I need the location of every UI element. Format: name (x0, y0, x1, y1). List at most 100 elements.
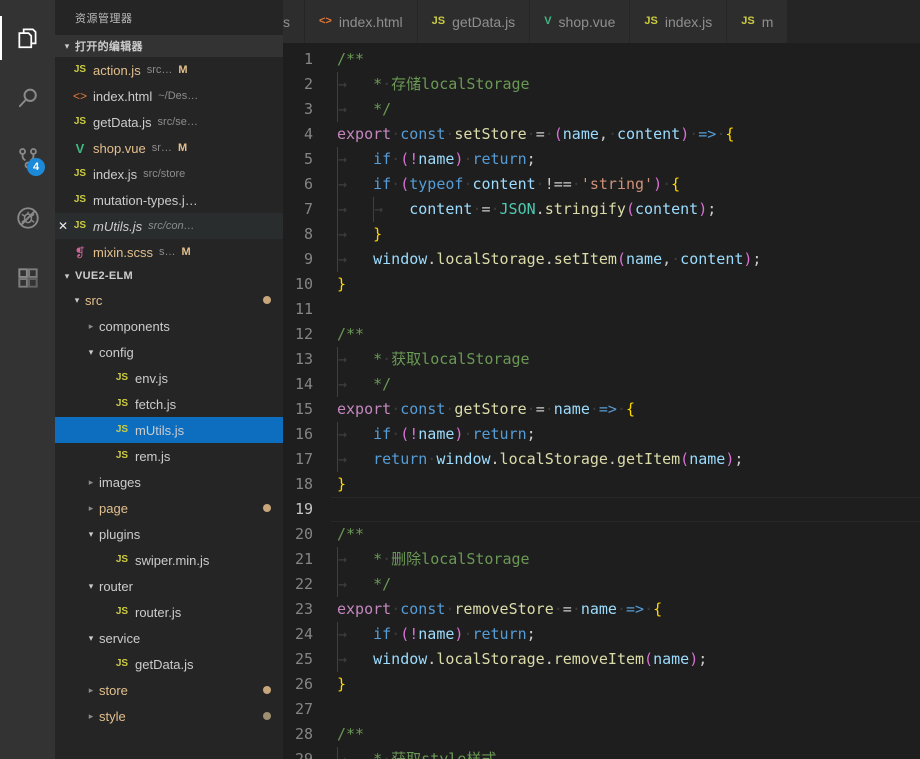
line-number: 28 (294, 725, 313, 743)
js-file-icon: JS (431, 15, 446, 27)
tree-file-row[interactable]: JS router.js (55, 599, 283, 625)
js-file-icon: JS (73, 220, 87, 231)
tree-item-label: images (99, 474, 141, 490)
chevron-down-icon: ▾ (88, 580, 94, 591)
tree-item-label: plugins (99, 526, 141, 542)
line-number-gutter: 1 2 3 4 5 6 7 8 9 10 11 12 13 14 15 16 17 18 19 20 21 22 23 24 2… (283, 43, 331, 759)
activity-item-source-control[interactable]: 4 (0, 128, 55, 188)
line-number: 11 (294, 300, 313, 318)
modified-flag: M (177, 142, 188, 154)
chevron-right-icon: ▸ (88, 476, 94, 487)
tree-folder-row[interactable]: ▾ service (55, 625, 283, 651)
code-content[interactable]: /** → *·存储localStorage → */export·const·setS… (331, 43, 920, 759)
line-number: 13 (294, 350, 313, 368)
code-line: → if·(typeof·content·!==·'string')·{ (331, 172, 920, 197)
close-icon[interactable]: ✕ (55, 220, 71, 232)
source-control-badge: 4 (27, 158, 45, 176)
file-tree: ▾ src ▸ components ▾ config JS env.js JS fetch.js… (55, 287, 283, 729)
line-number: 23 (294, 600, 313, 618)
open-editor-name: shop.vue (93, 140, 146, 156)
tree-folder-row[interactable]: ▾ src (55, 287, 283, 313)
open-editor-name: mutation-types.j… (93, 192, 198, 208)
tab-label: index.js (664, 13, 713, 30)
open-editor-item[interactable]: ✕ JS mUtils.js src/con… (55, 213, 283, 239)
open-editor-path: s… (158, 246, 176, 258)
tree-item-label: fetch.js (135, 396, 177, 412)
open-editor-name: action.js (93, 62, 141, 78)
line-number: 6 (303, 175, 313, 193)
editor-tab[interactable]: JS index.js (630, 0, 728, 43)
activity-item-extensions[interactable] (0, 248, 55, 308)
activity-item-run-and-debug[interactable] (0, 188, 55, 248)
section-workspace[interactable]: ▾ VUE2-ELM (55, 265, 283, 287)
chevron-right-icon: ▸ (88, 320, 94, 331)
tree-file-row[interactable]: JS getData.js (55, 651, 283, 677)
tree-folder-row[interactable]: ▸ store (55, 677, 283, 703)
modified-dot-indicator (263, 296, 271, 304)
line-number: 29 (294, 750, 313, 759)
editor-tab[interactable]: <> index.html (305, 0, 418, 43)
tree-folder-row[interactable]: ▾ plugins (55, 521, 283, 547)
code-line: → *·获取style样式 (331, 747, 920, 759)
open-editor-item[interactable]: JS index.js src/store (55, 161, 283, 187)
tree-item-label: rem.js (135, 448, 171, 464)
tab-label: s (283, 13, 290, 30)
line-number: 26 (294, 675, 313, 693)
line-number: 1 (303, 50, 313, 68)
editor-tab[interactable]: s (283, 0, 305, 43)
line-number: 21 (294, 550, 313, 568)
editor-body: 1 2 3 4 5 6 7 8 9 10 11 12 13 14 15 16 17 18 19 20 21 22 23 24 2… (283, 43, 920, 759)
line-number: 12 (294, 325, 313, 343)
editor-tab[interactable]: JS getData.js (417, 0, 531, 43)
open-editor-path: src/store (143, 168, 186, 180)
tree-file-row[interactable]: JS swiper.min.js (55, 547, 283, 573)
tree-folder-row[interactable]: ▸ page (55, 495, 283, 521)
chevron-down-icon: ▾ (74, 294, 80, 305)
tree-file-row[interactable]: JS env.js (55, 365, 283, 391)
tree-item-label: router.js (135, 604, 182, 620)
tree-file-row[interactable]: JS rem.js (55, 443, 283, 469)
editor-tab[interactable]: JS m (727, 0, 789, 43)
line-number: 15 (294, 400, 313, 418)
js-file-icon: JS (644, 15, 658, 27)
modified-flag: M (178, 64, 188, 76)
open-editor-name: mUtils.js (93, 218, 143, 234)
chevron-down-icon: ▾ (88, 346, 94, 357)
section-open-editors[interactable]: ▾ 打开的编辑器 (55, 35, 283, 57)
activity-item-explorer[interactable] (0, 8, 55, 68)
tree-folder-row[interactable]: ▾ config (55, 339, 283, 365)
tree-folder-row[interactable]: ▸ style (55, 703, 283, 729)
line-number: 25 (294, 650, 313, 668)
open-editor-item[interactable]: Vshop.vue sr… M (55, 135, 283, 161)
code-line: → window.localStorage.setItem(name,·conte… (331, 247, 920, 272)
tree-file-row[interactable]: JS fetch.js (55, 391, 283, 417)
no-debug-icon (15, 205, 41, 231)
code-line: →} (331, 222, 920, 247)
open-editor-item[interactable]: JS getData.js src/se… (55, 109, 283, 135)
editor-tab[interactable]: Vshop.vue (530, 0, 631, 43)
tree-folder-row[interactable]: ▸ images (55, 469, 283, 495)
tree-folder-row[interactable]: ▸ components (55, 313, 283, 339)
code-line: → if·(!name)·return; (331, 622, 920, 647)
js-file-icon: JS (115, 606, 129, 617)
js-file-icon: JS (115, 424, 129, 435)
line-number: 16 (294, 425, 313, 443)
tree-file-row[interactable]: JS mUtils.js (55, 417, 283, 443)
explorer-title: 资源管理器 (55, 0, 283, 35)
code-line: /** (337, 50, 365, 68)
js-file-icon: JS (73, 168, 87, 179)
open-editor-item[interactable]: ❡ mixin.scss s… M (55, 239, 283, 265)
html-file-icon: <> (319, 15, 332, 27)
code-line: → → content·=·JSON.stringify(content); (331, 197, 920, 222)
tree-folder-row[interactable]: ▾ router (55, 573, 283, 599)
open-editor-item[interactable]: JS mutation-types.j… (55, 187, 283, 213)
tab-label: m (761, 13, 774, 30)
activity-item-search[interactable] (0, 68, 55, 128)
open-editor-item[interactable]: JS action.js src… M (55, 57, 283, 83)
open-editor-item[interactable]: <> index.html ~/Des… (55, 83, 283, 109)
tree-item-label: config (99, 344, 134, 360)
tree-item-label: service (99, 630, 141, 646)
line-number: 8 (303, 225, 313, 243)
